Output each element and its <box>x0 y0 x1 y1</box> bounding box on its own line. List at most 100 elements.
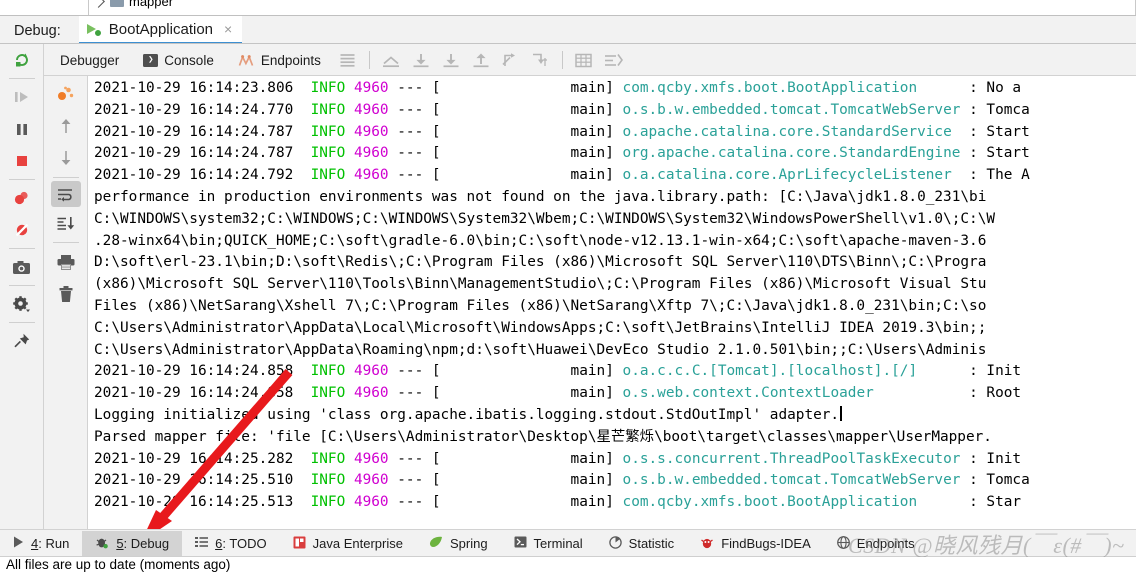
pause-program-icon[interactable] <box>0 113 44 145</box>
console-line: 2021-10-29 16:14:24.787 INFO 4960 --- [ … <box>94 145 1030 162</box>
rail-divider <box>52 177 79 178</box>
step-into-icon[interactable] <box>406 46 436 74</box>
soft-wrap-lines-icon[interactable] <box>50 181 81 207</box>
bottom-item-run[interactable]: 4: Run <box>0 531 82 557</box>
debug-header-bar: Debug: BootApplication × <box>0 16 1136 44</box>
console-line: performance in production environments w… <box>94 188 987 205</box>
resume-program-icon[interactable] <box>0 81 44 113</box>
scroll-to-end-icon[interactable] <box>44 207 88 239</box>
todo-list-icon <box>195 536 209 551</box>
bottom-item-spring-label: Spring <box>449 536 488 551</box>
bottom-item-debug-num: 5 <box>116 536 124 551</box>
stop-program-icon[interactable] <box>0 145 44 177</box>
console-line: 2021-10-29 16:14:24.770 INFO 4960 --- [ … <box>94 101 1030 118</box>
console-line: 2021-10-29 16:14:25.513 INFO 4960 --- [ … <box>94 494 1022 511</box>
tab-debugger[interactable]: Debugger <box>44 44 131 76</box>
screenshot-icon[interactable] <box>0 251 44 283</box>
debug-bug-icon <box>95 536 109 552</box>
close-icon[interactable]: × <box>224 22 232 36</box>
globe-icon <box>836 535 850 552</box>
status-bar: All files are up to date (moments ago) <box>0 557 1136 574</box>
step-out-icon[interactable] <box>466 46 496 74</box>
run-to-cursor-icon[interactable] <box>496 46 526 74</box>
tab-console[interactable]: ❯ Console <box>131 44 226 76</box>
debug-subtoolbar: Debugger ❯ Console Endpoints <box>44 44 1136 76</box>
toolbar-divider <box>368 51 370 69</box>
run-with-debug-icon <box>86 22 102 37</box>
clear-all-icon[interactable] <box>44 278 88 310</box>
bottom-item-debug-label: : Debug <box>123 536 170 551</box>
scroll-down-arrow-icon[interactable] <box>44 142 88 174</box>
tree-strip-border <box>88 0 1136 15</box>
tree-item-mapper[interactable]: mapper <box>92 0 174 9</box>
console-line: (x86)\Microsoft SQL Server\110\Tools\Bin… <box>94 276 987 293</box>
bottom-item-debug[interactable]: 5: Debug <box>82 530 183 557</box>
drop-frame-icon[interactable] <box>526 46 556 74</box>
tab-console-label: Console <box>164 52 214 68</box>
console-line: 2021-10-29 16:14:24.858 INFO 4960 --- [ … <box>94 363 1022 380</box>
tool-window-bar: 4: Run 5: Debug 6: TODO Java Enterprise … <box>0 529 1136 557</box>
statistic-pie-icon <box>608 535 622 552</box>
threads-frames-icon[interactable] <box>44 78 88 110</box>
bottom-item-spring[interactable]: Spring <box>416 531 501 557</box>
project-tree-strip: mapper <box>0 0 1136 16</box>
console-line: Parsed mapper file: 'file [C:\Users\Admi… <box>94 428 992 445</box>
rail-divider <box>52 242 79 243</box>
force-step-into-icon[interactable] <box>436 46 466 74</box>
rail-divider <box>8 322 35 323</box>
java-enterprise-icon <box>293 536 306 552</box>
console-line: .28-winx64\bin;QUICK_HOME;C:\soft\gradle… <box>94 232 987 249</box>
console-output[interactable]: 2021-10-29 16:14:23.806 INFO 4960 --- [ … <box>89 76 1136 529</box>
rail-divider <box>8 285 35 286</box>
toolbar-divider <box>561 51 563 69</box>
scroll-up-arrow-icon[interactable] <box>44 110 88 142</box>
debug-tab-title: BootApplication <box>108 20 214 38</box>
bottom-item-terminal-label: Terminal <box>533 536 583 551</box>
console-line: C:\Users\Administrator\AppData\Roaming\n… <box>94 341 987 358</box>
console-line: C:\Users\Administrator\AppData\Local\Mic… <box>94 319 987 336</box>
console-line: Logging initialized using 'class org.apa… <box>89 405 1136 427</box>
chevron-right-icon <box>92 0 105 8</box>
bottom-item-findbugs[interactable]: FindBugs-IDEA <box>687 531 824 557</box>
step-over-icon[interactable] <box>376 46 406 74</box>
console-line: C:\WINDOWS\system32;C:\WINDOWS;C:\WINDOW… <box>94 210 996 227</box>
console-line: 2021-10-29 16:14:24.787 INFO 4960 --- [ … <box>94 123 1030 140</box>
debug-label: Debug: <box>14 23 61 39</box>
bottom-item-statistic-label: Statistic <box>628 536 675 551</box>
terminal-icon <box>514 536 527 551</box>
spring-leaf-icon <box>429 536 443 551</box>
bottom-item-todo[interactable]: 6: TODO <box>182 531 280 557</box>
bottom-item-todo-label: : TODO <box>222 536 267 551</box>
table-view-icon[interactable] <box>569 46 599 74</box>
soft-wrap-icon[interactable] <box>333 46 363 74</box>
bottom-item-findbugs-label: FindBugs-IDEA <box>721 536 811 551</box>
bottom-item-endpoints-label: Endpoints <box>856 536 915 551</box>
console-line: Files (x86)\NetSarang\Xshell 7\;C:\Progr… <box>94 297 987 314</box>
rail-divider <box>8 78 35 79</box>
tab-endpoints[interactable]: Endpoints <box>226 44 333 76</box>
pin-tab-icon[interactable] <box>0 325 44 357</box>
bottom-item-endpoints[interactable]: Endpoints <box>824 531 928 557</box>
settings-gear-icon[interactable] <box>0 288 44 320</box>
tree-item-label: mapper <box>129 0 174 9</box>
debug-session-tab[interactable]: BootApplication × <box>78 16 243 44</box>
text-caret <box>840 405 842 421</box>
rerun-icon[interactable] <box>0 44 44 76</box>
console-line: 2021-10-29 16:14:25.510 INFO 4960 --- [ … <box>94 472 1030 489</box>
filter-lines-icon[interactable] <box>599 46 629 74</box>
mute-breakpoints-icon[interactable] <box>0 214 44 246</box>
tab-endpoints-label: Endpoints <box>260 52 321 68</box>
folder-icon <box>110 0 124 7</box>
bottom-item-statistic[interactable]: Statistic <box>596 531 688 557</box>
endpoints-icon <box>238 54 255 67</box>
console-actions-rail <box>44 76 88 529</box>
tab-debugger-label: Debugger <box>60 52 120 68</box>
console-line: 2021-10-29 16:14:25.282 INFO 4960 --- [ … <box>94 450 1022 467</box>
bottom-item-java-enterprise-label: Java Enterprise <box>312 536 403 551</box>
findbugs-icon <box>700 536 714 552</box>
view-breakpoints-icon[interactable] <box>0 182 44 214</box>
bottom-item-terminal[interactable]: Terminal <box>501 531 596 557</box>
print-icon[interactable] <box>44 246 88 278</box>
bottom-item-java-enterprise[interactable]: Java Enterprise <box>280 531 416 557</box>
console-line: 2021-10-29 16:14:23.806 INFO 4960 --- [ … <box>94 80 1022 96</box>
